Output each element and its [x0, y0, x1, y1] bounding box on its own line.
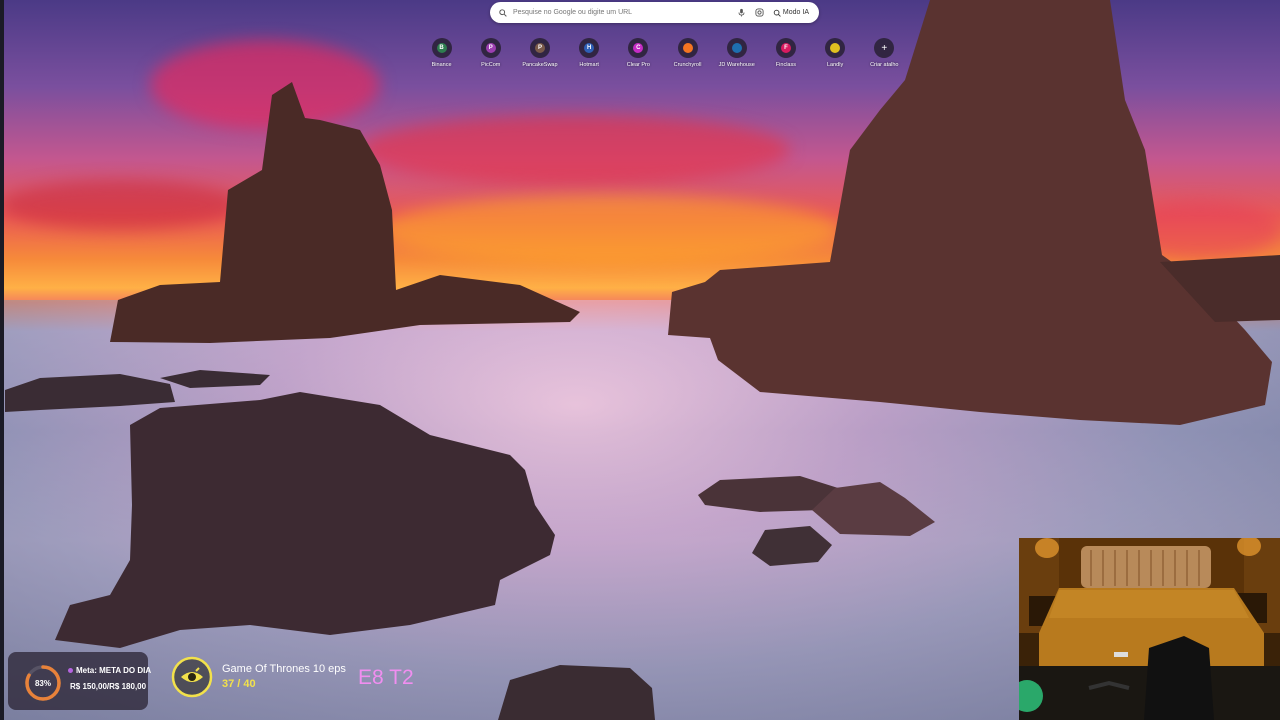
- shortcut-label: Finclass: [775, 62, 796, 68]
- jd-warehouse-icon: [731, 43, 742, 53]
- shortcut-crunchyroll[interactable]: Crunchyroll: [663, 38, 712, 68]
- shortcut-label: Crunchyroll: [673, 62, 702, 68]
- search-bar[interactable]: Pesquise no Google ou digite um URL Modo…: [490, 2, 819, 23]
- binance-icon: B: [436, 43, 447, 53]
- shortcut-create[interactable]: + Criar atalho: [860, 38, 909, 68]
- sparkle-search-icon: [773, 9, 781, 17]
- series-progress: 37 / 40: [222, 678, 256, 690]
- shortcut-hotmart[interactable]: H Hotmart: [565, 38, 614, 68]
- landly-icon: [830, 43, 841, 53]
- eye-icon: [171, 656, 213, 698]
- hotmart-icon: H: [584, 43, 595, 53]
- shortcuts-row: B Binance P PicCom P PancakeSwap H Hotma…: [417, 38, 909, 68]
- shortcut-label: Binance: [431, 62, 452, 68]
- search-input[interactable]: Pesquise no Google ou digite um URL: [513, 9, 737, 16]
- goal-title: Meta: META DO DIA: [68, 666, 151, 675]
- shortcut-landly[interactable]: Landly: [811, 38, 860, 68]
- shortcut-jd-warehouse[interactable]: JD Warehouse: [712, 38, 761, 68]
- series-title: Game Of Thrones 10 eps: [222, 663, 346, 675]
- shortcut-label: Landly: [826, 62, 844, 68]
- shortcut-label: PancakeSwap: [522, 62, 558, 68]
- finclass-icon: F: [780, 43, 791, 53]
- ai-mode-label: Modo IA: [782, 9, 809, 16]
- shortcut-label: Criar atalho: [870, 62, 899, 68]
- shortcut-clear-pro[interactable]: C Clear Pro: [614, 38, 663, 68]
- shortcut-piccom[interactable]: P PicCom: [466, 38, 515, 68]
- search-icon: [499, 8, 507, 17]
- goal-title-text: Meta: META DO DIA: [76, 666, 152, 675]
- goal-widget: 83% Meta: META DO DIA R$ 150,00/R$ 180,0…: [8, 652, 151, 710]
- shortcut-label: Clear Pro: [626, 62, 650, 68]
- webcam-feed: [1019, 538, 1280, 720]
- shortcut-binance[interactable]: B Binance: [417, 38, 466, 68]
- shortcut-label: PicCom: [481, 62, 501, 68]
- shortcut-pancakeswap[interactable]: P PancakeSwap: [515, 38, 564, 68]
- goal-dot-icon: [68, 668, 73, 673]
- shortcut-finclass[interactable]: F Finclass: [761, 38, 810, 68]
- goal-amount: R$ 150,00/R$ 180,00: [70, 682, 147, 691]
- microphone-icon[interactable]: [737, 8, 746, 17]
- google-lens-icon[interactable]: [755, 8, 764, 17]
- crunchyroll-icon: [682, 43, 693, 53]
- goal-percent: 83%: [34, 678, 51, 688]
- clear-pro-icon: C: [633, 43, 644, 53]
- pancakeswap-icon: P: [534, 43, 545, 53]
- shortcut-label: Hotmart: [579, 62, 599, 68]
- plus-icon: +: [881, 42, 888, 54]
- episode-tag: E8 T2: [358, 666, 414, 689]
- shortcut-label: JD Warehouse: [718, 62, 755, 68]
- piccom-icon: P: [485, 43, 496, 53]
- ai-mode-button[interactable]: Modo IA: [773, 9, 809, 17]
